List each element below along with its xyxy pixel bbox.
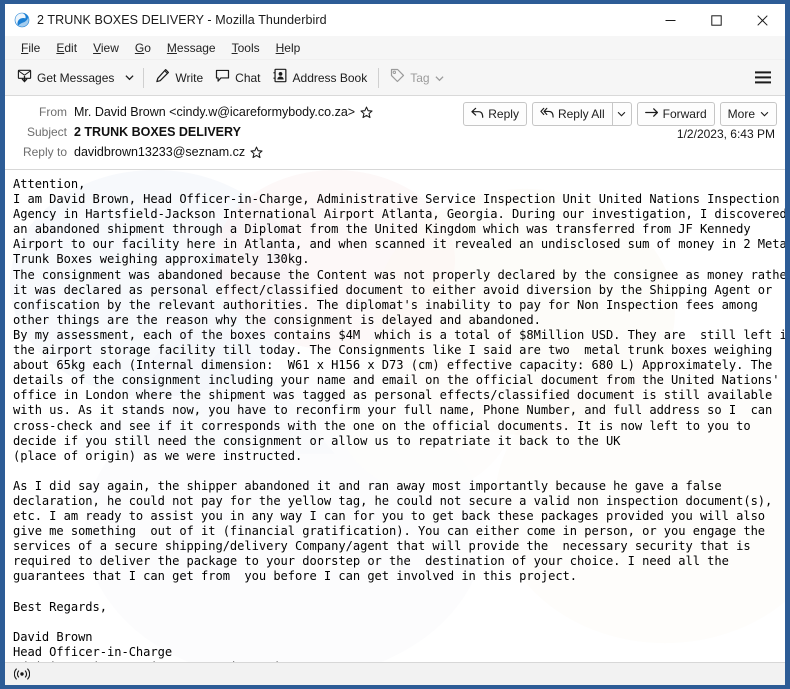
tag-label: Tag: [410, 70, 430, 85]
maximize-button[interactable]: [693, 4, 739, 36]
address-book-icon: [272, 68, 288, 88]
address-book-label: Address Book: [292, 70, 368, 85]
application-window: 2 TRUNK BOXES DELIVERY - Mozilla Thunder…: [0, 0, 790, 689]
connection-broadcast-icon[interactable]: [12, 665, 32, 683]
get-messages-label: Get Messages: [37, 70, 115, 85]
reply-label: Reply: [488, 107, 519, 121]
menu-tools[interactable]: Tools: [224, 39, 268, 57]
download-mail-icon: [17, 68, 32, 88]
subject-label: Subject: [26, 125, 67, 139]
get-messages-button[interactable]: Get Messages: [11, 65, 120, 91]
message-body-text: Attention, I am David Brown, Head Office…: [13, 177, 785, 662]
thunderbird-icon: [14, 12, 30, 28]
window-title: 2 TRUNK BOXES DELIVERY - Mozilla Thunder…: [37, 13, 327, 27]
reply-to-label: Reply to: [22, 145, 67, 159]
title-bar: 2 TRUNK BOXES DELIVERY - Mozilla Thunder…: [5, 4, 785, 36]
menu-view[interactable]: View: [85, 39, 127, 57]
star-icon-reply-to[interactable]: [250, 146, 263, 159]
write-label: Write: [175, 70, 204, 85]
status-bar: [5, 662, 785, 685]
menu-go[interactable]: Go: [127, 39, 159, 57]
main-toolbar: Get Messages Write Chat Address Book Tag: [5, 60, 785, 96]
pencil-icon: [155, 68, 170, 88]
tag-button[interactable]: Tag: [384, 65, 449, 91]
reply-all-label: Reply All: [557, 107, 605, 121]
chevron-down-icon-more: [760, 111, 769, 117]
more-label: More: [727, 107, 755, 121]
get-messages-dropdown[interactable]: [120, 65, 138, 91]
reply-to-value[interactable]: davidbrown13233@seznam.cz: [74, 145, 245, 159]
write-button[interactable]: Write: [149, 65, 209, 91]
window-content: 2 TRUNK BOXES DELIVERY - Mozilla Thunder…: [5, 4, 785, 685]
message-header: From Mr. David Brown <cindy.w@icareformy…: [5, 96, 785, 170]
message-actions: Reply Reply All Forward More: [458, 102, 777, 126]
forward-label: Forward: [662, 107, 707, 121]
reply-all-button[interactable]: Reply All: [531, 102, 612, 126]
window-controls: [647, 4, 785, 36]
minimize-button[interactable]: [647, 4, 693, 36]
menu-bar: File Edit View Go Message Tools Help: [5, 36, 785, 60]
from-value[interactable]: Mr. David Brown <cindy.w@icareformybody.…: [74, 105, 355, 119]
message-body-pane[interactable]: Attention, I am David Brown, Head Office…: [5, 170, 785, 662]
message-date: 1/2/2023, 6:43 PM: [676, 127, 775, 141]
toolbar-separator: [143, 67, 145, 88]
reply-all-arrow-icon: [540, 107, 554, 122]
reply-all-group: Reply All: [531, 102, 632, 126]
chat-button[interactable]: Chat: [209, 65, 266, 91]
star-icon-from[interactable]: [360, 106, 373, 119]
address-book-button[interactable]: Address Book: [267, 65, 374, 91]
subject-value: 2 TRUNK BOXES DELIVERY: [74, 125, 241, 139]
forward-arrow-icon: [644, 107, 659, 121]
reply-all-dropdown[interactable]: [611, 102, 632, 126]
chat-label: Chat: [235, 70, 261, 85]
reply-arrow-icon: [471, 107, 484, 122]
from-label: From: [39, 105, 67, 119]
reply-to-row: Reply to davidbrown13233@seznam.cz: [5, 142, 785, 162]
app-menu-button[interactable]: [750, 65, 776, 91]
tag-icon: [390, 68, 405, 88]
menu-file[interactable]: File: [13, 39, 48, 57]
menu-help[interactable]: Help: [268, 39, 309, 57]
close-button[interactable]: [739, 4, 785, 36]
menu-message[interactable]: Message: [159, 39, 224, 57]
toolbar-separator-2: [378, 67, 380, 88]
chevron-down-icon: [435, 69, 444, 87]
forward-button[interactable]: Forward: [636, 102, 715, 126]
menu-edit[interactable]: Edit: [48, 39, 85, 57]
reply-button[interactable]: Reply: [463, 102, 527, 126]
more-button[interactable]: More: [719, 102, 777, 126]
chat-bubble-icon: [215, 68, 230, 88]
